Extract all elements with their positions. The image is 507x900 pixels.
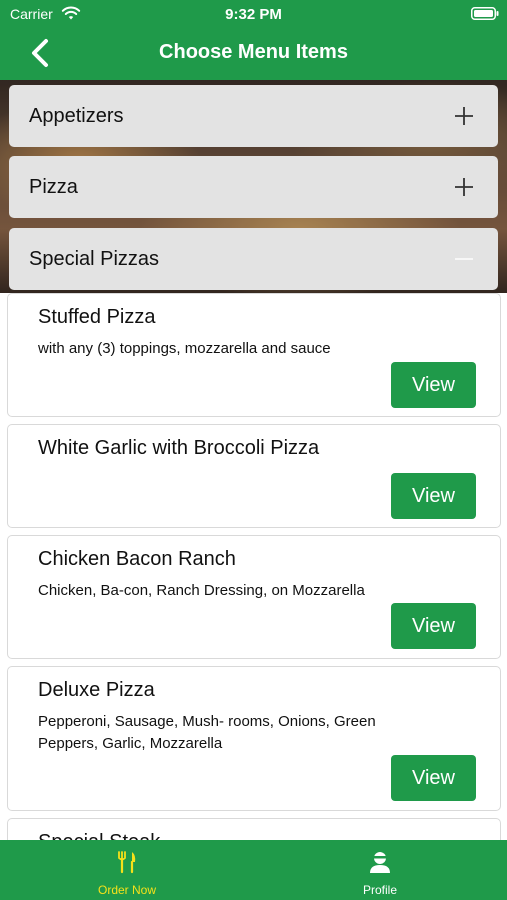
item-description: with any (3) toppings, mozzarella and sa…	[38, 340, 331, 357]
item-name: White Garlic with Broccoli Pizza	[38, 437, 320, 459]
view-button[interactable]: View	[391, 473, 476, 519]
tab-label: Order Now	[97, 883, 156, 897]
view-button[interactable]: View	[391, 755, 476, 801]
category-label: Appetizers	[29, 105, 124, 127]
item-name: Chicken Bacon Ranch	[38, 548, 236, 570]
tab-profile[interactable]: Profile	[290, 840, 470, 900]
menu-item-card: Stuffed Pizza with any (3) toppings, moz…	[7, 293, 501, 417]
menu-item-card: Deluxe Pizza Pepperoni, Sausage, Mush- r…	[7, 666, 501, 811]
item-description: Pepperoni, Sausage, Mush- rooms, Onions,…	[38, 713, 376, 752]
category-label: Special Pizzas	[29, 248, 160, 270]
category-label: Pizza	[29, 176, 78, 198]
tab-bar: Order Now Profile	[0, 840, 507, 900]
minus-icon	[455, 258, 473, 260]
menu-item-card: Special Steak	[7, 818, 501, 840]
item-description: Chicken, Ba-con, Ranch Dressing, on Mozz…	[38, 582, 365, 599]
category-appetizers[interactable]: Appetizers	[9, 85, 498, 147]
category-pizza[interactable]: Pizza	[9, 156, 498, 218]
view-button[interactable]: View	[391, 603, 476, 649]
item-name: Special Steak	[38, 831, 160, 840]
fork-knife-icon	[118, 851, 136, 874]
menu-item-list[interactable]: Stuffed Pizza with any (3) toppings, moz…	[0, 293, 507, 840]
tab-order-now[interactable]: Order Now	[37, 840, 217, 900]
tab-label: Profile	[362, 883, 397, 897]
battery-icon	[471, 7, 499, 20]
plus-icon	[455, 107, 473, 125]
status-bar: Carrier 9:32 PM	[0, 0, 507, 28]
person-icon	[370, 852, 390, 873]
view-button[interactable]: View	[391, 362, 476, 408]
item-name: Deluxe Pizza	[38, 679, 155, 701]
plus-icon	[455, 178, 473, 196]
category-special-pizzas[interactable]: Special Pizzas	[9, 228, 498, 290]
item-name: Stuffed Pizza	[38, 306, 156, 328]
menu-item-card: Chicken Bacon Ranch Chicken, Ba-con, Ran…	[7, 535, 501, 659]
navigation-bar: Choose Menu Items	[0, 28, 507, 80]
status-time: 9:32 PM	[225, 6, 282, 23]
page-title: Choose Menu Items	[159, 41, 348, 63]
menu-item-card: White Garlic with Broccoli Pizza View	[7, 424, 501, 528]
